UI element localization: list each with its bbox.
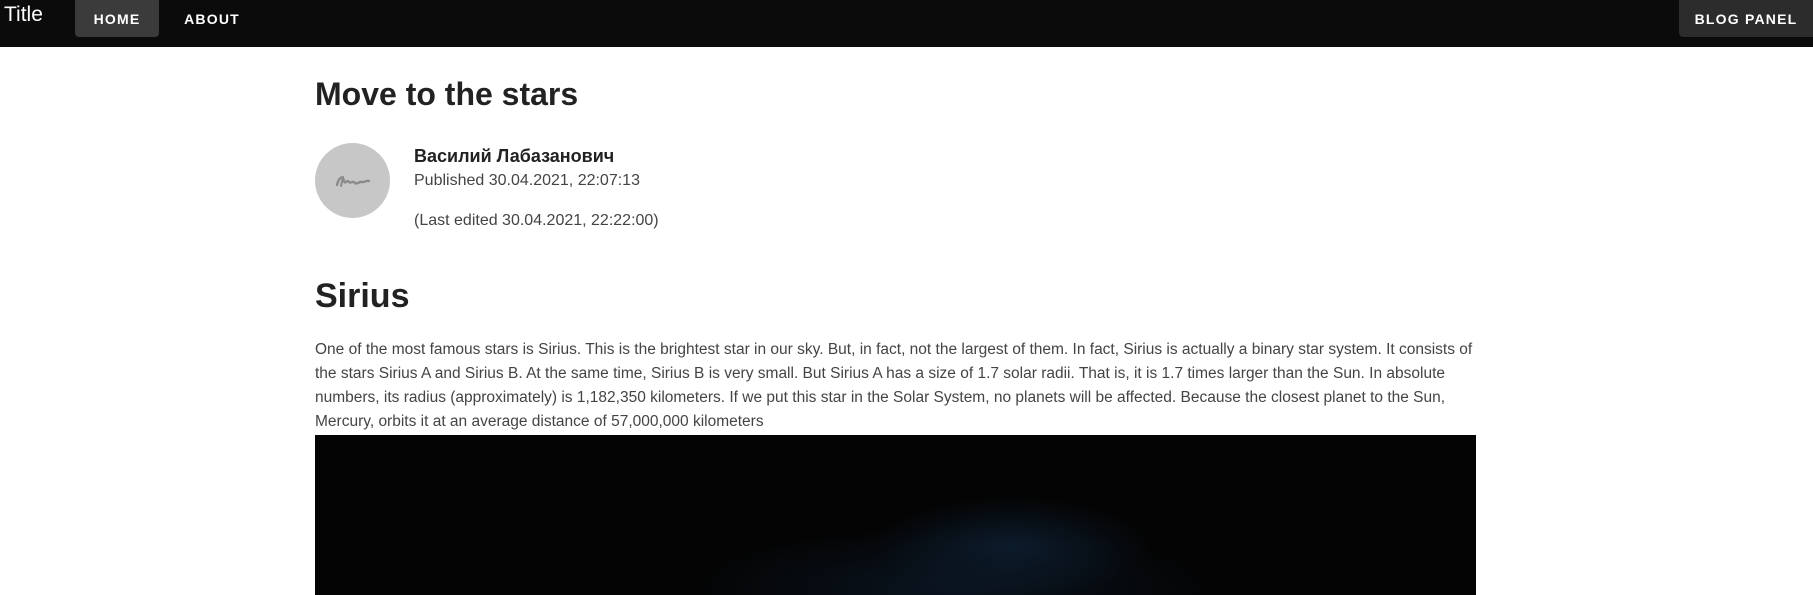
blog-panel-button[interactable]: BLOG PANEL: [1679, 0, 1813, 37]
post-image: [315, 435, 1476, 595]
nav-home-button[interactable]: HOME: [75, 0, 159, 37]
post-body-text: One of the most famous stars is Sirius. …: [315, 341, 1473, 430]
nav-about-button[interactable]: ABOUT: [175, 0, 249, 37]
top-navbar: Title HOME ABOUT BLOG PANEL: [0, 0, 1813, 47]
last-edited-date: (Last edited 30.04.2021, 22:22:00): [414, 212, 659, 229]
author-name[interactable]: Василий Лабазанович: [414, 146, 614, 167]
post-title: Move to the stars: [315, 76, 579, 112]
site-title[interactable]: Title: [4, 3, 43, 27]
avatar[interactable]: [315, 143, 390, 218]
section-heading: Sirius: [315, 277, 410, 315]
signature-avatar-icon: [335, 175, 370, 187]
published-date: Published 30.04.2021, 22:07:13: [414, 172, 640, 189]
